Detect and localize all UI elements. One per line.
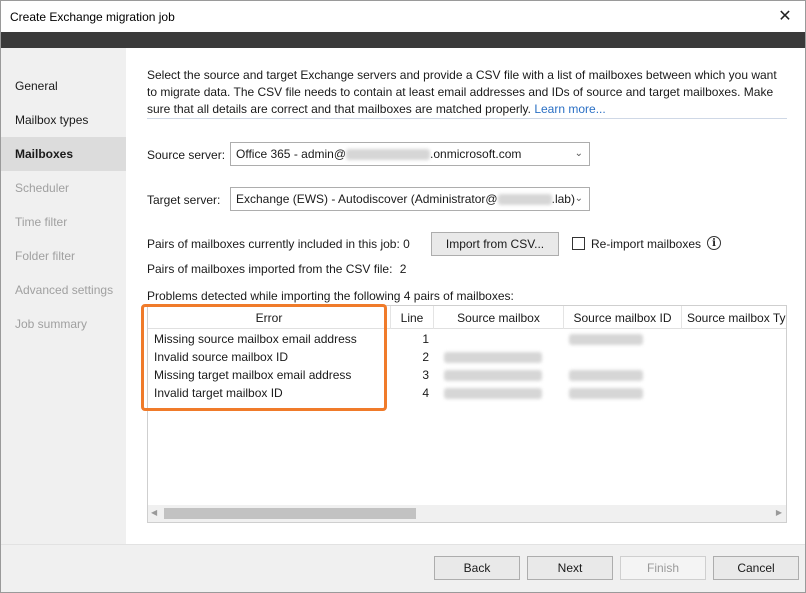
title-bar: Create Exchange migration job ✕ [1,1,805,32]
redacted-id [569,333,643,345]
reimport-label: Re-import mailboxes [591,237,702,251]
sidebar-item-time-filter: Time filter [15,215,68,229]
redacted-domain [497,193,552,205]
finish-button: Finish [620,556,706,580]
column-header-source-mailbox-id[interactable]: Source mailbox ID [564,306,682,329]
sidebar-item-advanced-settings: Advanced settings [15,283,114,297]
table-header: Error Line Source mailbox Source mailbox… [148,306,786,329]
sidebar-item-general[interactable]: General [1,69,126,103]
problems-table[interactable]: Error Line Source mailbox Source mailbox… [147,305,787,523]
table-row[interactable]: Missing source mailbox email address 1 [148,330,786,348]
cell-error: Invalid target mailbox ID [154,386,283,400]
close-icon[interactable]: ✕ [773,5,797,27]
column-header-source-mailbox-type[interactable]: Source mailbox Ty [682,306,786,329]
cell-source-mailbox [434,348,564,366]
column-header-source-mailbox[interactable]: Source mailbox [434,306,564,329]
learn-more-link[interactable]: Learn more... [534,102,605,116]
cell-error: Missing target mailbox email address [154,368,352,382]
pairs-included-label: Pairs of mailboxes currently included in… [147,237,410,251]
target-server-label: Target server: [147,193,221,207]
redacted-email [444,387,542,399]
cell-line: 4 [422,386,429,400]
cell-error: Invalid source mailbox ID [154,350,289,364]
cell-source-mailbox [434,384,564,402]
redacted-id [569,387,643,399]
sidebar-item-job-summary: Job summary [15,317,88,331]
dialog-footer: Back Next Finish Cancel [1,544,805,592]
cell-source-mailbox [434,366,564,384]
chevron-down-icon: ⌄ [574,193,583,204]
redacted-tenant [346,148,431,160]
import-csv-button[interactable]: Import from CSV... [431,232,559,256]
cell-source-mailbox-id [564,330,682,348]
table-row[interactable]: Invalid source mailbox ID 2 [148,348,786,366]
redacted-email [444,369,542,381]
dialog-title: Create Exchange migration job [10,10,175,24]
sidebar-item-folder-filter: Folder filter [15,249,76,263]
source-server-label: Source server: [147,148,226,162]
main-content: Select the source and target Exchange se… [126,48,805,544]
description-text: Select the source and target Exchange se… [147,68,777,116]
table-row[interactable]: Invalid target mailbox ID 4 [148,384,786,402]
target-server-select[interactable]: Exchange (EWS) - Autodiscover (Administr… [230,187,590,211]
source-server-select[interactable]: Office 365 - admin@ .onmicrosoft.com ⌄ [230,142,590,166]
cell-source-mailbox-id [564,348,682,366]
cell-line: 3 [422,368,429,382]
horizontal-scrollbar[interactable]: ◀ ▶ [148,505,786,522]
next-button[interactable]: Next [527,556,613,580]
scroll-left-icon[interactable]: ◀ [151,508,157,517]
redacted-id [569,369,643,381]
cancel-button[interactable]: Cancel [713,556,799,580]
sidebar: General Mailbox types Mailboxes Schedule… [1,48,126,544]
sidebar-item-mailbox-types[interactable]: Mailbox types [1,103,126,137]
cell-source-mailbox-id [564,366,682,384]
cell-line: 2 [422,350,429,364]
sidebar-item-mailboxes[interactable]: Mailboxes [1,137,126,171]
scroll-right-icon[interactable]: ▶ [776,508,782,517]
info-icon[interactable]: i [707,236,721,250]
back-button[interactable]: Back [434,556,520,580]
scrollbar-thumb[interactable] [164,508,416,519]
description-divider [147,118,787,119]
cell-source-mailbox [434,330,564,348]
pairs-imported-count: 2 [399,262,407,276]
reimport-checkbox[interactable] [572,237,585,250]
header-band [1,32,805,48]
column-header-line[interactable]: Line [391,306,434,329]
cell-error: Missing source mailbox email address [154,332,357,346]
cell-line: 1 [422,332,429,346]
table-row[interactable]: Missing target mailbox email address 3 [148,366,786,384]
column-header-error[interactable]: Error [148,306,391,329]
redacted-email [444,351,542,363]
cell-source-mailbox-id [564,384,682,402]
pairs-imported-label: Pairs of mailboxes imported from the CSV… [147,262,407,276]
chevron-down-icon: ⌄ [574,148,583,159]
problems-label: Problems detected while importing the fo… [147,289,514,303]
sidebar-item-scheduler: Scheduler [15,181,70,195]
dialog-window: Create Exchange migration job ✕ General … [0,0,806,593]
